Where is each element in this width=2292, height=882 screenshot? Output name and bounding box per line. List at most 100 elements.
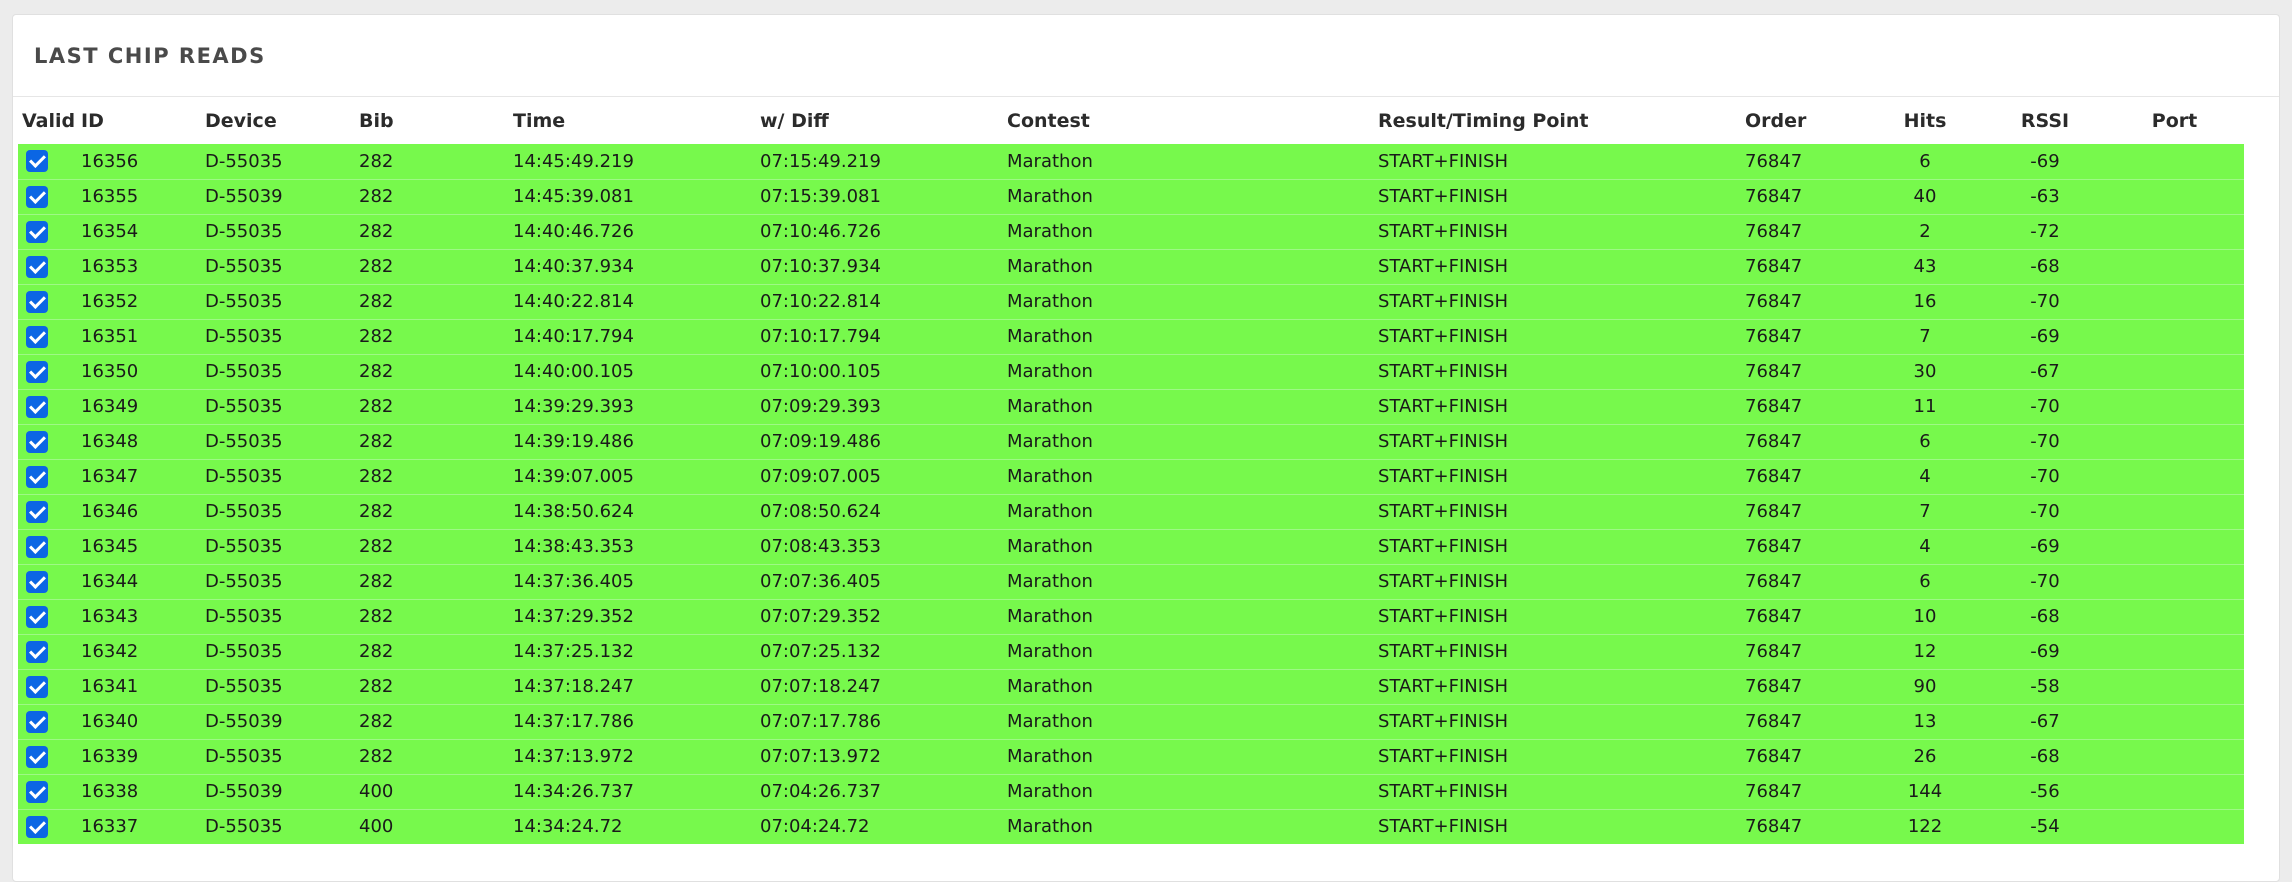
cell-result: START+FINISH: [1378, 711, 1509, 732]
cell-time: 14:37:13.972: [513, 746, 634, 767]
column-header-result[interactable]: Result/Timing Point: [1378, 98, 1745, 144]
table-row[interactable]: 16343 D-55035 282 14:37:29.352 07:07:29.352 M…: [18, 599, 2244, 634]
cell-rssi: -70: [2030, 396, 2060, 417]
valid-checkbox[interactable]: [26, 430, 48, 453]
table-row[interactable]: 16350 D-55035 282 14:40:00.105 07:10:00.105 M…: [18, 354, 2244, 389]
valid-checkbox[interactable]: [26, 500, 48, 523]
table-row[interactable]: 16345 D-55035 282 14:38:43.353 07:08:43.353 M…: [18, 529, 2244, 564]
valid-checkbox[interactable]: [26, 220, 48, 243]
column-header-valid[interactable]: Valid: [18, 98, 81, 144]
cell-contest: Marathon: [1007, 711, 1093, 732]
column-header-rssi[interactable]: RSSI: [1985, 98, 2105, 144]
cell-port: [2105, 144, 2244, 179]
column-header-diff[interactable]: w/ Diff: [760, 98, 1007, 144]
cell-order: 76847: [1745, 361, 1803, 382]
cell-port: [2105, 739, 2244, 774]
valid-checkbox[interactable]: [26, 290, 48, 313]
column-header-bib[interactable]: Bib: [359, 98, 513, 144]
column-header-order[interactable]: Order: [1745, 98, 1865, 144]
valid-checkbox[interactable]: [26, 745, 48, 768]
cell-port: [2105, 354, 2244, 389]
cell-rssi: -70: [2030, 431, 2060, 452]
cell-diff: 07:15:39.081: [760, 186, 881, 207]
cell-time: 14:39:19.486: [513, 431, 634, 452]
valid-checkbox[interactable]: [26, 605, 48, 628]
cell-rssi: -70: [2030, 501, 2060, 522]
cell-order: 76847: [1745, 676, 1803, 697]
cell-device: D-55035: [205, 396, 283, 417]
cell-hits: 144: [1907, 781, 1943, 802]
table-row[interactable]: 16354 D-55035 282 14:40:46.726 07:10:46.726 M…: [18, 214, 2244, 249]
valid-checkbox[interactable]: [26, 710, 48, 733]
valid-checkbox[interactable]: [26, 325, 48, 348]
valid-checkbox[interactable]: [26, 780, 48, 803]
cell-port: [2105, 389, 2244, 424]
cell-id: 16354: [81, 221, 139, 242]
valid-checkbox[interactable]: [26, 640, 48, 663]
cell-hits: 6: [1919, 150, 1931, 172]
table-row[interactable]: 16349 D-55035 282 14:39:29.393 07:09:29.393 M…: [18, 389, 2244, 424]
valid-checkbox[interactable]: [26, 675, 48, 698]
panel-header: LAST CHIP READS: [13, 15, 2279, 97]
valid-checkbox[interactable]: [26, 185, 48, 208]
column-header-time[interactable]: Time: [513, 98, 760, 144]
table-row[interactable]: 16340 D-55039 282 14:37:17.786 07:07:17.786 M…: [18, 704, 2244, 739]
cell-id: 16343: [81, 606, 139, 627]
cell-valid: [18, 319, 81, 354]
table-body: 16356 D-55035 282 14:45:49.219 07:15:49.219 M…: [18, 144, 2244, 844]
cell-diff: 07:08:43.353: [760, 536, 881, 557]
table-row[interactable]: 16356 D-55035 282 14:45:49.219 07:15:49.219 M…: [18, 144, 2244, 179]
valid-checkbox[interactable]: [26, 255, 48, 278]
valid-checkbox[interactable]: [26, 395, 48, 418]
cell-hits: 4: [1919, 466, 1931, 487]
cell-time: 14:39:29.393: [513, 396, 634, 417]
table-row[interactable]: 16353 D-55035 282 14:40:37.934 07:10:37.934 M…: [18, 249, 2244, 284]
panel-title: LAST CHIP READS: [34, 43, 266, 68]
column-header-hits[interactable]: Hits: [1865, 98, 1985, 144]
cell-hits: 7: [1919, 501, 1931, 522]
cell-hits: 26: [1913, 746, 1937, 767]
cell-contest: Marathon: [1007, 186, 1093, 207]
cell-contest: Marathon: [1007, 361, 1093, 382]
table-row[interactable]: 16347 D-55035 282 14:39:07.005 07:09:07.005 M…: [18, 459, 2244, 494]
table-row[interactable]: 16352 D-55035 282 14:40:22.814 07:10:22.814 M…: [18, 284, 2244, 319]
valid-checkbox[interactable]: [26, 465, 48, 488]
table-row[interactable]: 16337 D-55035 400 14:34:24.72 07:04:24.72 Mar…: [18, 809, 2244, 844]
cell-bib: 282: [359, 361, 394, 382]
cell-port: [2105, 704, 2244, 739]
cell-port: [2105, 809, 2244, 844]
column-header-device[interactable]: Device: [205, 98, 359, 144]
cell-rssi: -70: [2030, 291, 2060, 312]
table-row[interactable]: 16351 D-55035 282 14:40:17.794 07:10:17.794 M…: [18, 319, 2244, 354]
cell-bib: 282: [359, 186, 394, 207]
table-row[interactable]: 16342 D-55035 282 14:37:25.132 07:07:25.132 M…: [18, 634, 2244, 669]
cell-bib: 282: [359, 221, 394, 242]
table-row[interactable]: 16338 D-55039 400 14:34:26.737 07:04:26.737 M…: [18, 774, 2244, 809]
cell-order: 76847: [1745, 221, 1803, 242]
valid-checkbox[interactable]: [26, 535, 48, 558]
cell-result: START+FINISH: [1378, 396, 1509, 417]
valid-checkbox[interactable]: [26, 360, 48, 383]
column-header-id[interactable]: ID: [81, 98, 205, 144]
cell-time: 14:45:39.081: [513, 186, 634, 207]
table-row[interactable]: 16339 D-55035 282 14:37:13.972 07:07:13.972 M…: [18, 739, 2244, 774]
cell-bib: 282: [359, 606, 394, 627]
valid-checkbox[interactable]: [26, 150, 48, 173]
column-header-contest[interactable]: Contest: [1007, 98, 1378, 144]
cell-time: 14:38:43.353: [513, 536, 634, 557]
cell-rssi: -70: [2030, 466, 2060, 487]
table-row[interactable]: 16341 D-55035 282 14:37:18.247 07:07:18.247 M…: [18, 669, 2244, 704]
cell-order: 76847: [1745, 431, 1803, 452]
cell-rssi: -67: [2030, 361, 2060, 382]
valid-checkbox[interactable]: [26, 570, 48, 593]
cell-bib: 282: [359, 256, 394, 277]
valid-checkbox[interactable]: [26, 815, 48, 838]
table-row[interactable]: 16346 D-55035 282 14:38:50.624 07:08:50.624 M…: [18, 494, 2244, 529]
table-row[interactable]: 16344 D-55035 282 14:37:36.405 07:07:36.405 M…: [18, 564, 2244, 599]
table-row[interactable]: 16355 D-55039 282 14:45:39.081 07:15:39.081 M…: [18, 179, 2244, 214]
cell-diff: 07:10:46.726: [760, 221, 881, 242]
cell-rssi: -70: [2030, 571, 2060, 592]
column-header-port[interactable]: Port: [2105, 98, 2244, 144]
table-row[interactable]: 16348 D-55035 282 14:39:19.486 07:09:19.486 M…: [18, 424, 2244, 459]
cell-result: START+FINISH: [1378, 466, 1509, 487]
